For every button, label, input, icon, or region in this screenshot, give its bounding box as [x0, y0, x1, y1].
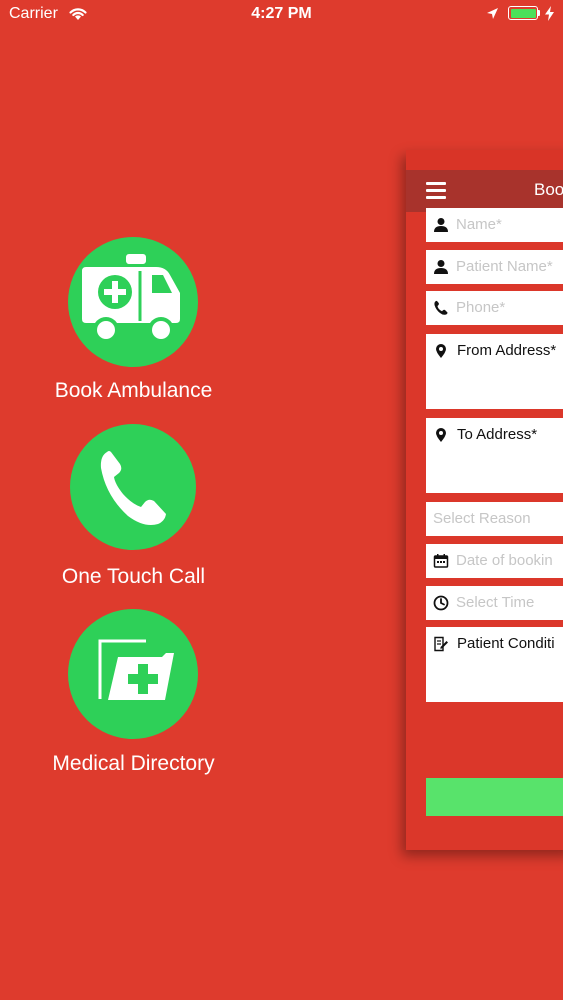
- phone-field[interactable]: Phone*: [426, 291, 563, 325]
- medical-folder-icon: [98, 639, 174, 700]
- ambulance-icon: [82, 254, 180, 343]
- clock-icon: [433, 595, 449, 611]
- charging-bolt-icon: [545, 6, 554, 21]
- submit-button[interactable]: [426, 778, 563, 816]
- name-field[interactable]: Name*: [426, 208, 563, 242]
- patient-name-placeholder: Patient Name*: [456, 258, 553, 275]
- one-touch-call-label: One Touch Call: [61, 565, 206, 588]
- book-ambulance-button[interactable]: [68, 237, 198, 367]
- booking-panel: Boo Name* Patient Name* Phone* From Addr…: [406, 150, 563, 850]
- from-address-field[interactable]: From Address*: [426, 334, 563, 409]
- panel-header: Boo: [406, 170, 563, 212]
- clock: 4:27 PM: [251, 5, 312, 22]
- patient-condition-field[interactable]: Patient Conditi: [426, 627, 563, 702]
- panel-top-bar: [406, 150, 563, 170]
- to-address-field[interactable]: To Address*: [426, 418, 563, 493]
- medical-directory-label: Medical Directory: [52, 752, 215, 775]
- person-icon: [434, 260, 448, 274]
- status-bar: Carrier 4:27 PM: [0, 0, 563, 30]
- patient-condition-label: Patient Conditi: [457, 635, 555, 652]
- panel-title: Boo: [534, 180, 563, 199]
- person-icon: [434, 218, 448, 232]
- to-address-label: To Address*: [457, 426, 538, 443]
- medical-directory-button[interactable]: [68, 609, 198, 739]
- one-touch-call-button[interactable]: [70, 424, 196, 550]
- phone-icon: [100, 451, 166, 525]
- phone-placeholder: Phone*: [456, 299, 506, 316]
- calendar-icon: [433, 554, 449, 568]
- edit-note-icon: [434, 636, 448, 652]
- reason-select[interactable]: Select Reason: [426, 502, 563, 536]
- from-address-label: From Address*: [457, 342, 557, 359]
- reason-placeholder: Select Reason: [433, 510, 531, 527]
- patient-name-field[interactable]: Patient Name*: [426, 250, 563, 284]
- menu-hamburger-icon[interactable]: [426, 182, 446, 199]
- battery-tip: [538, 10, 540, 16]
- time-placeholder: Select Time: [456, 594, 535, 611]
- location-pin-icon: [436, 428, 446, 442]
- location-pin-icon: [436, 344, 446, 358]
- name-placeholder: Name*: [456, 216, 502, 233]
- phone-small-icon: [434, 300, 448, 315]
- time-field[interactable]: Select Time: [426, 586, 563, 620]
- battery-icon: [508, 6, 538, 20]
- date-field[interactable]: Date of bookin: [426, 544, 563, 578]
- book-ambulance-label: Book Ambulance: [54, 379, 213, 402]
- location-arrow-icon: [487, 8, 498, 19]
- date-placeholder: Date of bookin: [456, 552, 553, 569]
